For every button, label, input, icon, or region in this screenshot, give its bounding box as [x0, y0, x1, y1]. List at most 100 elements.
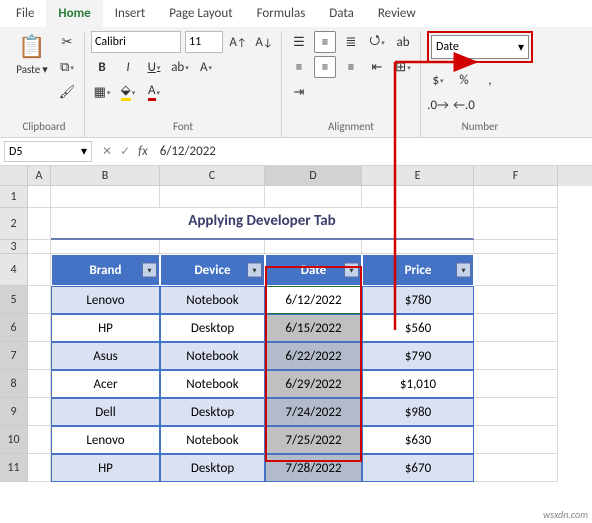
table-header-price[interactable]: Price▾	[362, 254, 474, 286]
tab-file[interactable]: File	[4, 0, 46, 27]
tab-insert[interactable]: Insert	[103, 0, 158, 27]
enter-formula-icon[interactable]: ✓	[120, 144, 130, 159]
percent-button[interactable]: %	[453, 69, 475, 91]
filter-icon[interactable]: ▾	[142, 263, 157, 278]
cancel-formula-icon[interactable]: ✕	[102, 144, 112, 159]
col-header-f[interactable]: F	[474, 166, 558, 186]
tab-data[interactable]: Data	[317, 0, 366, 27]
cell-date[interactable]: 6/15/2022	[265, 314, 362, 342]
paste-button[interactable]: 📋 Paste▾	[10, 31, 54, 78]
cell-date[interactable]: 6/29/2022	[265, 370, 362, 398]
row-header[interactable]: 11	[0, 454, 28, 482]
font-color-button[interactable]: A▾	[143, 81, 165, 103]
font-size-combo[interactable]	[185, 31, 223, 53]
underline-button[interactable]: U▾	[143, 56, 165, 78]
row-header[interactable]: 3	[0, 240, 28, 254]
col-header-c[interactable]: C	[160, 166, 265, 186]
cell-device[interactable]: Notebook	[160, 342, 265, 370]
row-header[interactable]: 10	[0, 426, 28, 454]
cut-button[interactable]: ✂	[56, 31, 78, 53]
decrease-indent-button[interactable]: ⇤	[366, 56, 388, 78]
font-more-button[interactable]: A▾	[195, 56, 217, 78]
cell-device[interactable]: Desktop	[160, 314, 265, 342]
bold-button[interactable]: B	[91, 56, 113, 78]
increase-font-button[interactable]: A↑	[227, 31, 249, 53]
cell-brand[interactable]: Lenovo	[51, 286, 160, 314]
cell-brand[interactable]: Lenovo	[51, 426, 160, 454]
orientation-button[interactable]: ⭯▾	[366, 31, 388, 53]
align-center-button[interactable]: ≡	[314, 56, 336, 78]
col-header-e[interactable]: E	[362, 166, 474, 186]
row-header[interactable]: 4	[0, 254, 28, 286]
row-header[interactable]: 2	[0, 208, 28, 240]
tab-review[interactable]: Review	[366, 0, 428, 27]
copy-button[interactable]: ⧉▾	[56, 56, 78, 78]
fill-color-button[interactable]: ⬙▾	[117, 81, 139, 103]
cell-price[interactable]: $670	[362, 454, 474, 482]
cell-price[interactable]: $780	[362, 286, 474, 314]
group-clipboard: 📋 Paste▾ ✂ ⧉▾ 🖌 Clipboard	[4, 31, 85, 137]
format-painter-button[interactable]: 🖌	[56, 81, 78, 103]
tab-home[interactable]: Home	[46, 0, 102, 27]
col-header-a[interactable]: A	[28, 166, 51, 186]
cell-date[interactable]: 7/28/2022	[265, 454, 362, 482]
tab-page-layout[interactable]: Page Layout	[157, 0, 244, 27]
cell-device[interactable]: Notebook	[160, 426, 265, 454]
col-header-d[interactable]: D	[265, 166, 362, 186]
cell-date[interactable]: 6/12/2022	[265, 286, 362, 314]
row-header[interactable]: 1	[0, 186, 28, 208]
row-header[interactable]: 8	[0, 370, 28, 398]
cell-date[interactable]: 7/25/2022	[265, 426, 362, 454]
row-header[interactable]: 7	[0, 342, 28, 370]
cell-device[interactable]: Desktop	[160, 454, 265, 482]
table-header-device[interactable]: Device▾	[160, 254, 265, 286]
cell-date[interactable]: 7/24/2022	[265, 398, 362, 426]
filter-icon[interactable]: ▾	[456, 263, 471, 278]
number-format-combo[interactable]: Date ▾	[431, 35, 529, 59]
fx-icon[interactable]: fx	[138, 144, 148, 159]
cell-brand[interactable]: Acer	[51, 370, 160, 398]
cell-device[interactable]: Desktop	[160, 398, 265, 426]
merge-button[interactable]: ⊞▾	[392, 56, 414, 78]
double-underline-button[interactable]: ab▾	[169, 56, 191, 78]
row-header[interactable]: 9	[0, 398, 28, 426]
row-header[interactable]: 5	[0, 286, 28, 314]
col-header-b[interactable]: B	[51, 166, 160, 186]
cell-brand[interactable]: HP	[51, 314, 160, 342]
cell-price[interactable]: $630	[362, 426, 474, 454]
cell-date[interactable]: 6/22/2022	[265, 342, 362, 370]
select-all-corner[interactable]	[0, 166, 28, 186]
font-name-combo[interactable]	[91, 31, 181, 53]
increase-indent-button[interactable]: ⇥	[288, 81, 310, 103]
align-middle-button[interactable]: ≡	[314, 31, 336, 53]
tab-formulas[interactable]: Formulas	[245, 0, 318, 27]
formula-input[interactable]: 6/12/2022	[154, 142, 592, 161]
cell-price[interactable]: $1,010	[362, 370, 474, 398]
cell-device[interactable]: Notebook	[160, 286, 265, 314]
comma-button[interactable]: ,	[479, 69, 501, 91]
filter-icon[interactable]: ▾	[344, 263, 359, 278]
border-button[interactable]: ▦▾	[91, 81, 113, 103]
currency-button[interactable]: $▾	[427, 69, 449, 91]
cell-brand[interactable]: Dell	[51, 398, 160, 426]
cell-price[interactable]: $560	[362, 314, 474, 342]
increase-decimal-button[interactable]: .0→	[427, 94, 449, 116]
cell-price[interactable]: $980	[362, 398, 474, 426]
row-header[interactable]: 6	[0, 314, 28, 342]
align-bottom-button[interactable]: ≣	[340, 31, 362, 53]
cell-price[interactable]: $790	[362, 342, 474, 370]
wrap-text-button[interactable]: ab	[392, 31, 414, 53]
italic-button[interactable]: I	[117, 56, 139, 78]
align-top-button[interactable]: ☰	[288, 31, 310, 53]
table-header-date[interactable]: Date▾	[265, 254, 362, 286]
align-right-button[interactable]: ≡	[340, 56, 362, 78]
table-header-brand[interactable]: Brand▾	[51, 254, 160, 286]
name-box[interactable]: D5 ▾	[4, 141, 92, 162]
filter-icon[interactable]: ▾	[247, 263, 262, 278]
cell-device[interactable]: Notebook	[160, 370, 265, 398]
cell-brand[interactable]: Asus	[51, 342, 160, 370]
decrease-font-button[interactable]: A↓	[253, 31, 275, 53]
decrease-decimal-button[interactable]: ←.0	[453, 94, 475, 116]
cell-brand[interactable]: HP	[51, 454, 160, 482]
align-left-button[interactable]: ≡	[288, 56, 310, 78]
